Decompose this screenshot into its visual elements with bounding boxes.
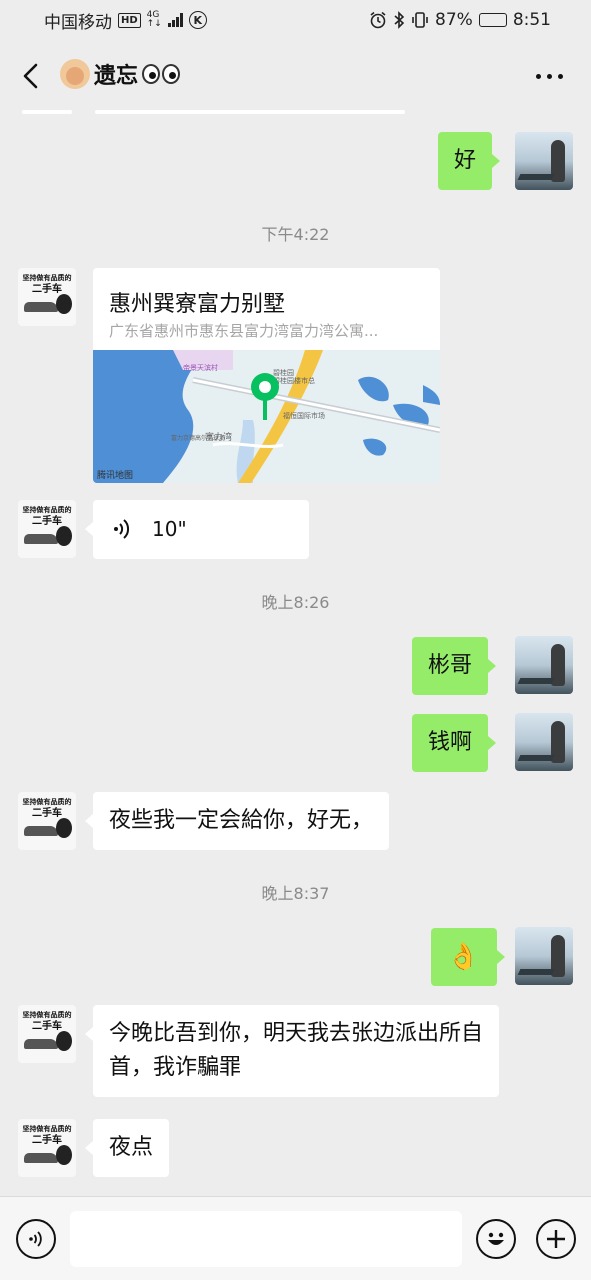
alarm-icon <box>370 11 386 29</box>
carrier-label: 中国移动 <box>44 12 112 33</box>
contact-avatar[interactable]: 坚持做有品质的 二手车 <box>18 1119 76 1177</box>
chat-title-group: 遗忘 <box>60 58 181 90</box>
message-bubble-me[interactable]: 彬哥 <box>412 637 497 695</box>
bluetooth-icon <box>394 11 405 29</box>
map-credit: 腾讯地图 <box>97 471 134 481</box>
status-right: 87% 8:51 <box>369 10 551 30</box>
emoji-message-bubble[interactable]: 👌 <box>431 928 505 986</box>
my-avatar[interactable] <box>515 636 573 694</box>
message-bubble-other[interactable]: 今晚比吾到你，明天我去张边派出所自首，我诈騙罪 <box>85 1005 499 1097</box>
car-icon <box>24 534 58 544</box>
input-bar <box>0 1196 591 1280</box>
message-bubble-other[interactable]: 夜点 <box>84 1119 170 1177</box>
voice-input-icon[interactable] <box>16 1219 56 1259</box>
my-avatar[interactable] <box>515 927 573 985</box>
my-avatar[interactable] <box>515 132 573 190</box>
vibrate-icon <box>412 12 428 28</box>
svg-text:帝景天滨村: 帝景天滨村 <box>183 363 218 372</box>
location-map: 帝景天滨村 碧桂园 碧桂园楼市总 富力湾 富力京德高尔夫球场 福恒国际市场 腾讯… <box>93 350 440 483</box>
svg-text:福恒国际市场: 福恒国际市场 <box>283 411 325 420</box>
more-dots-icon[interactable] <box>536 74 563 79</box>
my-avatar[interactable] <box>515 713 573 771</box>
voice-wave-icon <box>114 519 130 539</box>
location-address: 广东省惠州市惠东县富力湾富力湾公寓... <box>109 322 379 340</box>
chat-header: 遗忘 <box>0 40 591 112</box>
status-left: 中国移动 HD 4G ↑↓ K <box>44 8 207 33</box>
eyes-emoji-icon <box>142 64 181 84</box>
voice-duration: 10" <box>152 517 187 541</box>
timestamp: 晚上8:37 <box>261 884 330 903</box>
baby-emoji-icon <box>60 59 90 89</box>
car-icon <box>24 1153 58 1163</box>
chevron-left-icon[interactable] <box>20 62 42 90</box>
voice-message-bubble[interactable]: 10" <box>85 500 309 559</box>
timestamp: 下午4:22 <box>261 225 330 244</box>
location-card[interactable]: 惠州巽寮富力别墅 广东省惠州市惠东县富力湾富力湾公寓... 帝景天滨村 碧桂园 … <box>93 268 440 483</box>
svg-text:碧桂园: 碧桂园 <box>273 368 294 377</box>
contact-avatar[interactable]: 坚持做有品质的 二手车 <box>18 792 76 850</box>
message-bubble-me[interactable]: 钱啊 <box>412 714 497 772</box>
signal-icon <box>167 13 183 27</box>
message-bubble-other[interactable]: 夜些我一定会給你，好无， <box>84 792 390 850</box>
car-icon <box>24 1039 58 1049</box>
car-icon <box>24 826 58 836</box>
clock: 8:51 <box>512 10 551 30</box>
network-label: 4G ↑↓ <box>146 10 162 29</box>
message-input[interactable] <box>70 1211 462 1267</box>
hd-icon: HD <box>118 12 141 28</box>
plus-icon[interactable] <box>536 1219 576 1259</box>
svg-text:碧桂园楼市总: 碧桂园楼市总 <box>273 376 315 385</box>
map-graphic: 帝景天滨村 碧桂园 碧桂园楼市总 富力湾 富力京德高尔夫球场 福恒国际市场 <box>93 350 440 483</box>
chat-title: 遗忘 <box>94 64 139 89</box>
car-icon <box>24 302 58 312</box>
contact-avatar[interactable]: 坚持做有品质的 二手车 <box>18 500 76 558</box>
battery-icon <box>478 13 507 27</box>
message-bubble-me[interactable]: 好 <box>438 132 501 190</box>
contact-avatar[interactable]: 坚持做有品质的 二手车 <box>18 1005 76 1063</box>
battery-percent: 87% <box>435 10 473 30</box>
status-bar: 中国移动 HD 4G ↑↓ K 87% 8:51 <box>0 0 591 40</box>
k-app-icon: K <box>188 11 207 29</box>
timestamp: 晚上8:26 <box>261 593 330 612</box>
previous-message-edge <box>22 110 72 114</box>
previous-message-edge <box>95 110 405 114</box>
smiley-icon[interactable] <box>476 1219 516 1259</box>
svg-text:富力京德高尔夫球场: 富力京德高尔夫球场 <box>171 434 225 442</box>
contact-avatar[interactable]: 坚持做有品质的 二手车 <box>18 268 76 326</box>
location-name: 惠州巽寮富力别墅 <box>109 292 286 317</box>
